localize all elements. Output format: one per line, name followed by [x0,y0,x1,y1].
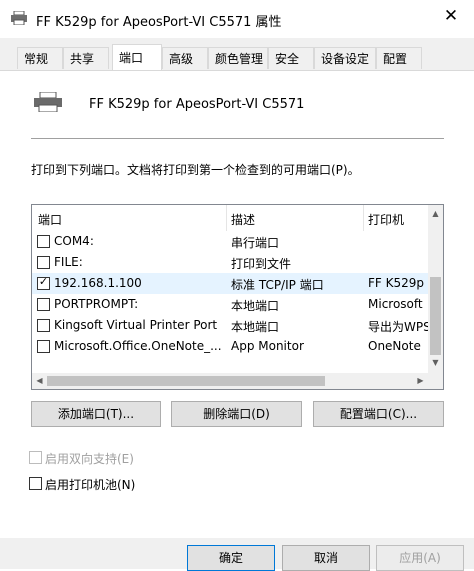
header-description[interactable]: 描述 [231,211,255,228]
header-divider [226,205,227,231]
add-port-button[interactable]: 添加端口(T)... [31,401,161,427]
port-name: PORTPROMPT: [54,297,139,311]
port-desc: 串行端口 [231,236,280,250]
port-checkbox[interactable] [37,340,50,353]
port-list[interactable]: 端口 描述 打印机 COM4: 串行端口 FILE: 打印到文件 ✓ 192.1… [31,204,444,390]
port-name: FILE: [54,255,83,269]
tab-ports[interactable]: 端口 [112,44,162,70]
horizontal-scroll-thumb[interactable] [47,376,325,386]
scroll-up-icon[interactable]: ▲ [428,209,443,218]
port-row[interactable]: FILE: 打印到文件 [32,252,428,273]
port-row[interactable]: Microsoft.Office.OneNote_... App Monitor… [32,336,428,357]
port-checkbox[interactable] [37,235,50,248]
header-printer[interactable]: 打印机 [368,211,404,228]
scroll-left-icon[interactable]: ◀ [32,376,47,385]
vertical-scrollbar[interactable]: ▲ ▼ [428,205,443,373]
port-checkbox[interactable] [37,298,50,311]
port-description: 打印到下列端口。文档将打印到第一个检查到的可用端口(P)。 [31,163,360,177]
pooling-checkbox[interactable] [29,477,42,490]
port-checkbox[interactable] [37,256,50,269]
horizontal-scrollbar[interactable]: ◀ ▶ [32,373,428,389]
port-name: Microsoft.Office.OneNote_... [54,339,222,353]
header-divider [363,205,364,231]
port-printer: OneNote [368,339,421,353]
apply-button[interactable]: 应用(A) [376,545,464,571]
tab-sharing[interactable]: 共享 [63,47,109,69]
tab-security[interactable]: 安全 [268,47,314,69]
tab-configuration[interactable]: 配置 [376,47,422,69]
ok-button[interactable]: 确定 [187,545,275,571]
pooling-option[interactable]: 启用打印机池(N) [29,476,179,492]
port-desc: 标准 TCP/IP 端口 [231,278,324,292]
port-checkbox-checked[interactable]: ✓ [37,275,50,290]
port-desc: 本地端口 [231,320,280,334]
delete-port-button[interactable]: 删除端口(D) [171,401,302,427]
window-title: FF K529p for ApeosPort-VI C5571 属性 [36,15,282,30]
bidirectional-checkbox[interactable] [29,451,42,464]
bidirectional-option[interactable]: 启用双向支持(E) [29,450,179,466]
check-icon: ✓ [38,275,49,288]
configure-port-button[interactable]: 配置端口(C)... [313,401,444,427]
header-port[interactable]: 端口 [38,211,62,228]
separator [31,138,444,139]
close-button[interactable]: ✕ [428,0,474,32]
port-printer: FF K529p [368,276,425,290]
printer-icon [11,11,27,25]
port-checkbox[interactable] [37,319,50,332]
scroll-down-icon[interactable]: ▼ [428,358,443,367]
tab-device-settings[interactable]: 设备设定 [314,47,376,69]
tab-strip: 常规 共享 端口 高级 颜色管理 安全 设备设定 配置 [0,38,474,70]
port-name: Kingsoft Virtual Printer Port [54,318,218,332]
port-printer: Microsoft [368,297,423,311]
close-icon: ✕ [443,6,459,26]
printer-large-icon [34,92,62,112]
pooling-label: 启用打印机池(N) [45,478,136,492]
printer-name: FF K529p for ApeosPort-VI C5571 [89,97,305,112]
port-desc: App Monitor [231,339,304,353]
port-name: COM4: [54,234,94,248]
tab-general[interactable]: 常规 [17,47,63,69]
scroll-right-icon[interactable]: ▶ [413,376,428,385]
port-row[interactable]: COM4: 串行端口 [32,231,428,252]
scroll-corner [428,373,443,389]
port-row-selected[interactable]: ✓ 192.168.1.100 标准 TCP/IP 端口 FF K529p [32,273,428,294]
port-desc: 本地端口 [231,299,280,313]
title-bar: FF K529p for ApeosPort-VI C5571 属性 ✕ [0,0,474,38]
port-printer: 导出为WPS [368,320,428,334]
vertical-scroll-thumb[interactable] [430,277,441,355]
cancel-button[interactable]: 取消 [282,545,370,571]
port-desc: 打印到文件 [231,257,292,271]
bidirectional-label: 启用双向支持(E) [45,452,134,466]
tab-color-management[interactable]: 颜色管理 [208,47,268,69]
tab-advanced[interactable]: 高级 [162,47,208,69]
port-list-header: 端口 描述 打印机 [32,205,428,231]
port-row[interactable]: PORTPROMPT: 本地端口 Microsoft [32,294,428,315]
port-name: 192.168.1.100 [54,276,142,290]
port-row[interactable]: Kingsoft Virtual Printer Port 本地端口 导出为WP… [32,315,428,336]
